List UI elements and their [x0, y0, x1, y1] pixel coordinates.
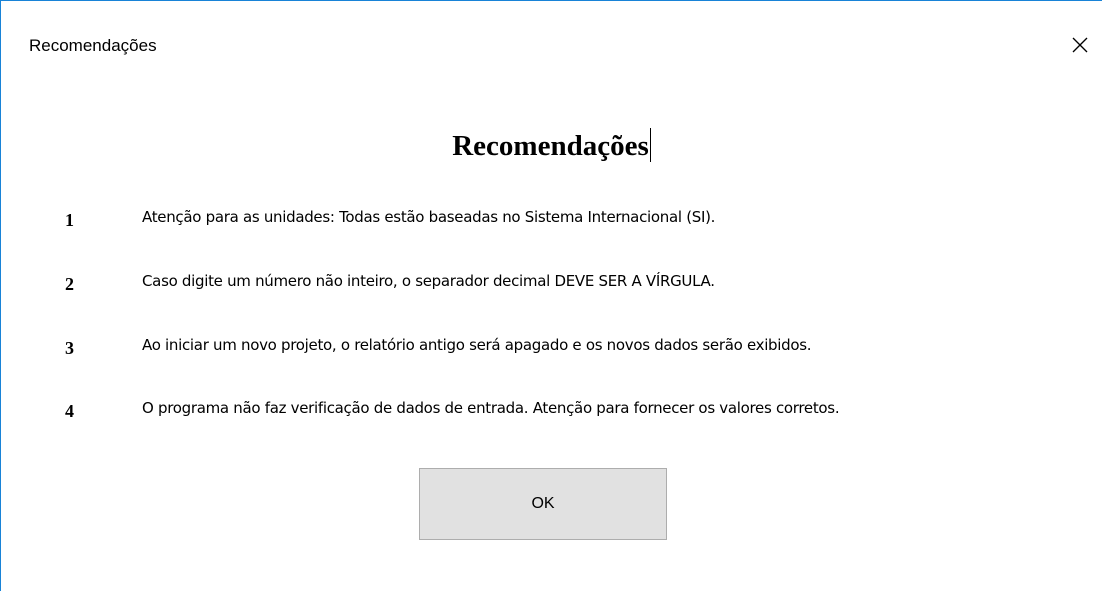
recommendation-item-3: 3 Ao iniciar um novo projeto, o relatóri…: [1, 334, 1102, 364]
dialog-window: Recomendações Recomendações 1 Atenção pa…: [0, 0, 1102, 591]
recommendation-text: O programa não faz verificação de dados …: [142, 399, 840, 417]
ok-button[interactable]: OK: [419, 468, 667, 540]
recommendation-text: Ao iniciar um novo projeto, o relatório …: [142, 336, 812, 354]
recommendation-number: 3: [65, 338, 74, 358]
recommendation-number: 2: [65, 274, 74, 294]
ok-button-label: OK: [531, 495, 555, 512]
window-title: Recomendações: [29, 36, 157, 55]
close-button[interactable]: [1060, 25, 1100, 65]
recommendation-item-4: 4 O programa não faz verificação de dado…: [1, 397, 1102, 427]
recommendation-item-2: 2 Caso digite um número não inteiro, o s…: [1, 270, 1102, 300]
recommendation-item-1: 1 Atenção para as unidades: Todas estão …: [1, 206, 1102, 236]
recommendation-number: 4: [65, 401, 74, 421]
recommendations-heading: Recomendações: [1, 128, 1102, 163]
text-caret: [649, 128, 651, 162]
heading-text: Recomendações: [452, 130, 649, 162]
recommendation-text: Caso digite um número não inteiro, o sep…: [142, 272, 715, 290]
close-icon: [1072, 37, 1088, 53]
recommendation-text: Atenção para as unidades: Todas estão ba…: [142, 208, 716, 226]
title-bar[interactable]: Recomendações: [1, 1, 1102, 89]
recommendation-number: 1: [65, 210, 74, 230]
